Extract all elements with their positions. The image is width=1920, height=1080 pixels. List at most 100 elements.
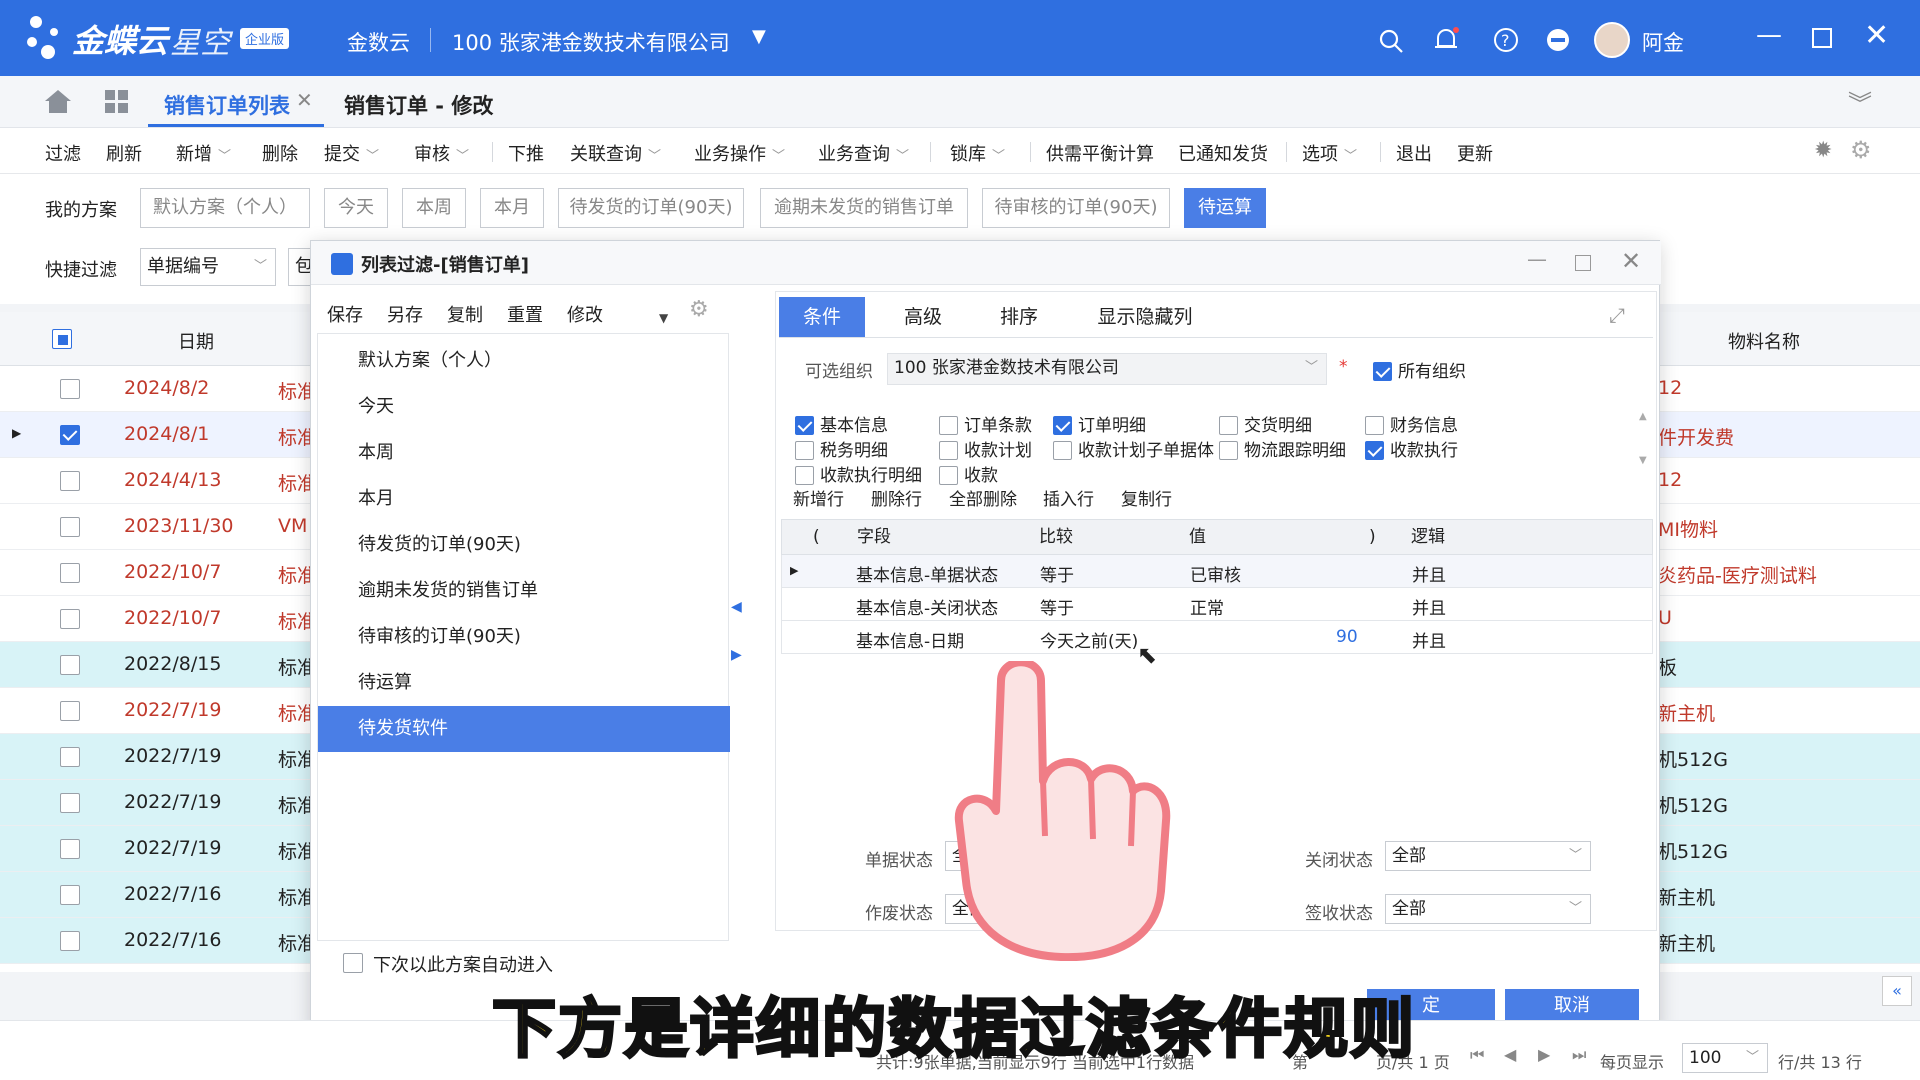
- tab-sort[interactable]: 排序: [979, 297, 1059, 337]
- entity-checkbox[interactable]: 订单条款: [939, 411, 1032, 436]
- tab-close-icon[interactable]: ✕: [296, 88, 313, 112]
- lock-stock-button[interactable]: 锁库 ﹀: [950, 140, 1005, 166]
- copy-row-button[interactable]: 复制行: [1121, 485, 1172, 510]
- entity-checkbox[interactable]: 物流跟踪明细: [1219, 436, 1346, 461]
- scheme-today[interactable]: 今天: [324, 188, 388, 228]
- related-query-button[interactable]: 关联查询 ﹀: [570, 140, 661, 166]
- col-date[interactable]: 日期: [178, 328, 214, 354]
- dialog-close-icon[interactable]: ✕: [1621, 247, 1641, 275]
- collapse-chevron-icon[interactable]: ︾: [1848, 84, 1872, 119]
- tab-sales-order-list[interactable]: 销售订单列表: [164, 90, 290, 120]
- first-page-icon[interactable]: ⏮: [1470, 1045, 1484, 1065]
- scheme-month[interactable]: 本月: [480, 188, 544, 228]
- delete-button[interactable]: 删除: [262, 140, 298, 166]
- minimize-icon[interactable]: —: [1756, 20, 1782, 50]
- tab-sales-order-edit[interactable]: 销售订单 - 修改: [344, 90, 493, 120]
- row-checkbox[interactable]: [60, 839, 80, 859]
- copy-scheme-button[interactable]: 复制: [447, 301, 483, 327]
- row-checkbox[interactable]: [60, 747, 80, 767]
- sign-status-select[interactable]: 全部 ﹀: [1385, 894, 1591, 924]
- business-query-button[interactable]: 业务查询 ﹀: [818, 140, 909, 166]
- more-actions-icon[interactable]: ▼: [659, 311, 668, 325]
- entity-checkbox[interactable]: 收款: [939, 461, 998, 486]
- scheme-settings-icon[interactable]: ⚙: [689, 297, 709, 322]
- filter-button[interactable]: 过滤: [45, 140, 81, 166]
- home-icon[interactable]: [44, 88, 72, 114]
- bell-icon[interactable]: [1432, 26, 1460, 54]
- tab-condition[interactable]: 条件: [779, 297, 865, 337]
- tab-advanced[interactable]: 高级: [883, 297, 963, 337]
- entity-checkbox[interactable]: 收款执行: [1365, 436, 1458, 461]
- org-dropdown-icon[interactable]: ▼: [752, 26, 766, 47]
- options-button[interactable]: 选项 ﹀: [1302, 140, 1357, 166]
- scheme-item[interactable]: 待发货软件: [318, 706, 730, 752]
- scheme-item[interactable]: 本周: [318, 430, 730, 476]
- condition-row[interactable]: 基本信息-关闭状态 等于 正常 并且: [781, 588, 1653, 621]
- supply-demand-button[interactable]: 供需平衡计算: [1046, 140, 1154, 166]
- row-checkbox[interactable]: [60, 931, 80, 951]
- row-checkbox[interactable]: [60, 563, 80, 583]
- maximize-icon[interactable]: [1812, 28, 1832, 48]
- new-button[interactable]: 新增 ﹀: [176, 140, 231, 166]
- org-selector[interactable]: 100 张家港金数技术有限公司: [452, 27, 730, 57]
- insert-row-button[interactable]: 插入行: [1043, 485, 1094, 510]
- delete-row-button[interactable]: 删除行: [871, 485, 922, 510]
- row-checkbox[interactable]: [60, 701, 80, 721]
- all-org-checkbox[interactable]: 所有组织: [1373, 357, 1466, 382]
- entity-checkbox[interactable]: 收款计划: [939, 436, 1032, 461]
- org-select[interactable]: 100 张家港金数技术有限公司 ﹀: [887, 353, 1327, 385]
- apps-grid-icon[interactable]: [104, 89, 130, 115]
- prev-page-icon[interactable]: ◀: [1504, 1045, 1516, 1064]
- save-scheme-button[interactable]: 保存: [327, 301, 363, 327]
- scheme-item[interactable]: 待发货的订单(90天): [318, 522, 730, 568]
- auto-enter-checkbox[interactable]: [343, 953, 363, 973]
- entity-checkbox[interactable]: 订单明细: [1053, 411, 1146, 436]
- row-checkbox[interactable]: [60, 793, 80, 813]
- business-op-button[interactable]: 业务操作 ﹀: [694, 140, 785, 166]
- entity-checkbox[interactable]: 财务信息: [1365, 411, 1458, 436]
- submit-button[interactable]: 提交 ﹀: [324, 140, 379, 166]
- delete-all-button[interactable]: 全部删除: [949, 485, 1017, 510]
- entity-checkbox[interactable]: 基本信息: [795, 411, 888, 436]
- save-as-button[interactable]: 另存: [387, 301, 423, 327]
- tenant-name[interactable]: 金数云: [347, 27, 410, 57]
- add-row-button[interactable]: 新增行: [793, 485, 844, 510]
- exit-button[interactable]: 退出: [1396, 140, 1432, 166]
- close-status-select[interactable]: 全部 ﹀: [1385, 841, 1591, 871]
- last-page-icon[interactable]: ⏭: [1572, 1045, 1586, 1065]
- scheme-item[interactable]: 今天: [318, 384, 730, 430]
- modify-scheme-button[interactable]: 修改: [567, 301, 603, 327]
- scheme-pending-calc[interactable]: 待运算: [1184, 188, 1266, 228]
- col-material-name[interactable]: 物料名称: [1728, 328, 1800, 354]
- push-down-button[interactable]: 下推: [508, 140, 544, 166]
- update-button[interactable]: 更新: [1457, 140, 1493, 166]
- scheme-item[interactable]: 默认方案（个人）: [318, 338, 730, 384]
- scheme-week[interactable]: 本周: [402, 188, 466, 228]
- row-checkbox[interactable]: [60, 885, 80, 905]
- gear-icon[interactable]: ⚙: [1850, 136, 1872, 164]
- row-checkbox[interactable]: [60, 609, 80, 629]
- avatar[interactable]: [1594, 22, 1630, 58]
- condition-row[interactable]: 基本信息-日期 今天之前(天) 90 并且: [781, 621, 1653, 654]
- entity-checkbox[interactable]: 收款计划子单据体: [1053, 436, 1214, 461]
- scheme-pending-audit[interactable]: 待审核的订单(90天): [982, 188, 1170, 228]
- scheme-pending-ship[interactable]: 待发货的订单(90天): [558, 188, 744, 228]
- per-page-select[interactable]: 100 ﹀: [1682, 1043, 1768, 1073]
- scheme-item[interactable]: 待运算: [318, 660, 730, 706]
- row-checkbox[interactable]: [60, 517, 80, 537]
- help-icon[interactable]: ?: [1492, 26, 1520, 54]
- condition-row[interactable]: ▶ 基本信息-单据状态 等于 已审核 并且: [781, 555, 1653, 588]
- entity-checkbox[interactable]: 收款执行明细: [795, 461, 922, 486]
- scheme-item[interactable]: 逾期未发货的销售订单: [318, 568, 730, 614]
- row-checkbox[interactable]: [60, 655, 80, 675]
- side-expand-icon[interactable]: «: [1882, 976, 1912, 1006]
- row-checkbox[interactable]: [60, 425, 80, 445]
- audit-button[interactable]: 审核 ﹀: [414, 140, 469, 166]
- scroll-down-icon[interactable]: ▼: [1639, 455, 1647, 466]
- dialog-minimize-icon[interactable]: —: [1527, 247, 1547, 271]
- refresh-button[interactable]: 刷新: [106, 140, 142, 166]
- dialog-maximize-icon[interactable]: [1575, 255, 1591, 271]
- row-checkbox[interactable]: [60, 379, 80, 399]
- scheme-item[interactable]: 本月: [318, 476, 730, 522]
- reset-scheme-button[interactable]: 重置: [507, 301, 543, 327]
